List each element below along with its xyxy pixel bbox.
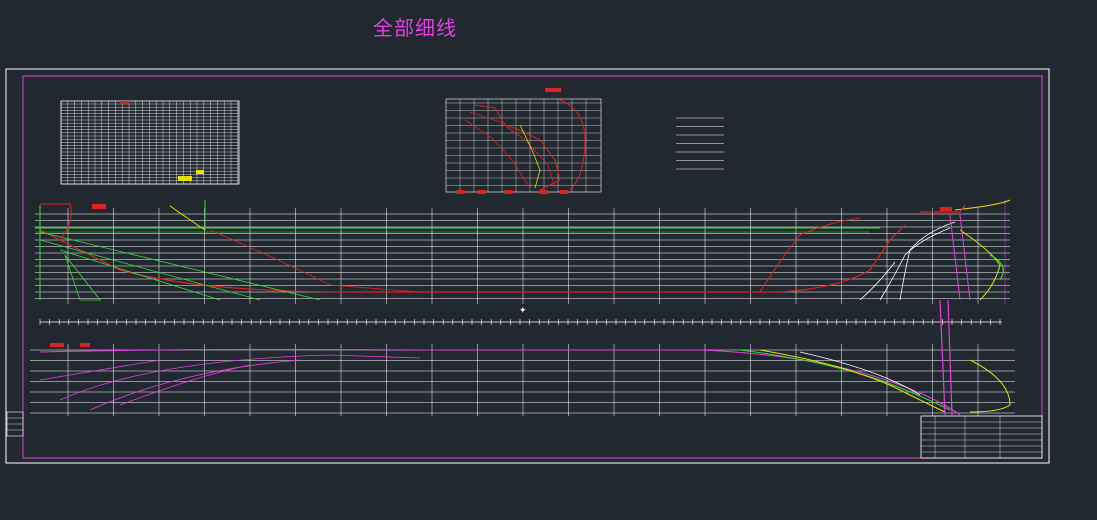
body-plan	[445, 88, 602, 194]
revision-block	[6, 411, 24, 437]
offset-table	[60, 100, 240, 185]
station-ruler: ✦	[39, 306, 1002, 325]
cad-drawing-canvas[interactable]: ✦	[0, 0, 1097, 520]
svg-text:✦: ✦	[519, 306, 527, 316]
sheer-plan	[35, 199, 1011, 304]
half-breadth-plan	[30, 299, 1015, 416]
title-block	[920, 415, 1043, 459]
principal-dimensions-table	[676, 117, 724, 170]
drawing-border	[22, 75, 1043, 459]
